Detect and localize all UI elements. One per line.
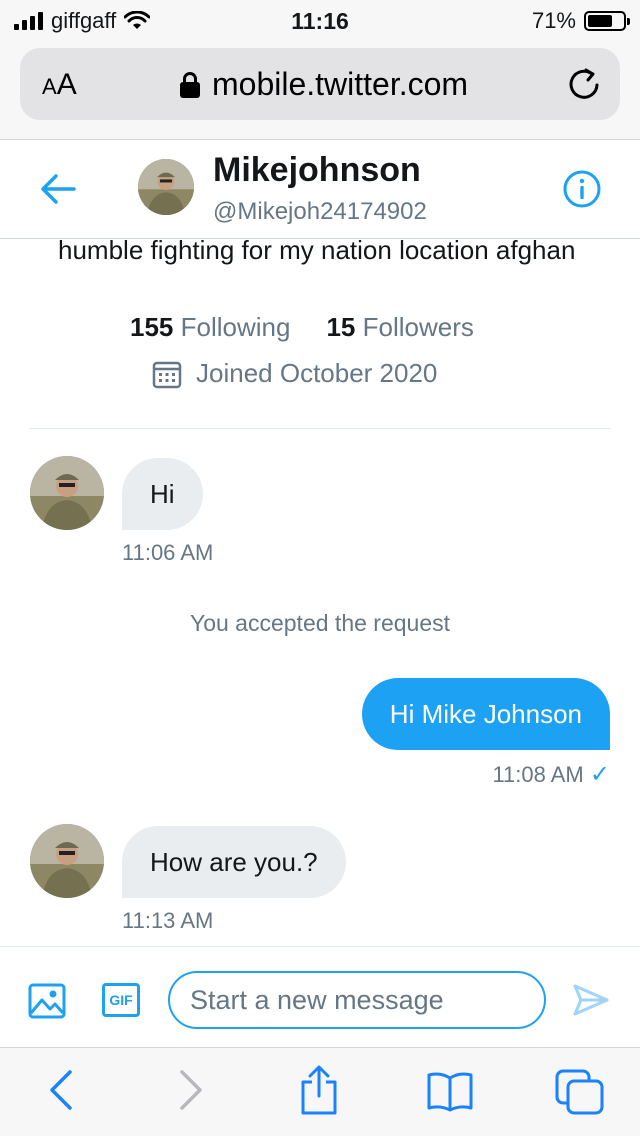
address-bar[interactable]: AA mobile.twitter.com xyxy=(20,48,620,120)
followers-link[interactable]: 15 Followers xyxy=(326,312,473,343)
status-bar: giffgaff 11:16 71% xyxy=(0,0,640,40)
info-icon[interactable] xyxy=(562,169,602,209)
conversation-header: Mikejohnson @Mikejoh24174902 xyxy=(0,141,640,239)
battery-percent: 71% xyxy=(531,8,576,33)
back-icon[interactable] xyxy=(46,1068,76,1112)
contact-name[interactable]: Mikejohnson xyxy=(213,151,421,190)
share-icon[interactable] xyxy=(298,1064,340,1116)
message-bubble-incoming[interactable]: Hi xyxy=(122,458,203,530)
url-display[interactable]: mobile.twitter.com xyxy=(180,66,468,103)
avatar[interactable] xyxy=(30,824,104,898)
avatar[interactable] xyxy=(138,159,194,215)
message-bubble-outgoing[interactable]: Hi Mike Johnson xyxy=(361,678,610,750)
read-check-icon: ✓ xyxy=(589,761,610,788)
avatar-image xyxy=(30,456,104,530)
lock-icon xyxy=(180,71,200,98)
text-size-button[interactable]: AA xyxy=(42,68,77,102)
contact-handle[interactable]: @Mikejoh24174902 xyxy=(213,198,427,226)
status-right: 71% xyxy=(531,8,630,34)
tabs-icon[interactable] xyxy=(554,1068,606,1116)
message-input[interactable] xyxy=(168,971,546,1029)
battery-level xyxy=(588,15,613,27)
system-message: You accepted the request xyxy=(189,610,451,636)
message-timestamp: 11:13 AM xyxy=(122,908,214,933)
avatar-image xyxy=(138,159,194,215)
profile-stats: 155 Following 15 Followers xyxy=(130,312,474,343)
send-icon[interactable] xyxy=(572,983,610,1017)
following-link[interactable]: 155 Following xyxy=(130,312,290,343)
battery-icon xyxy=(584,11,630,31)
back-arrow-icon[interactable] xyxy=(38,171,78,207)
joined-text: Joined October 2020 xyxy=(196,358,438,388)
image-icon[interactable] xyxy=(28,983,66,1019)
gif-icon[interactable]: GIF xyxy=(102,983,140,1017)
browser-toolbar xyxy=(0,1047,640,1136)
message-bubble-incoming[interactable]: How are you.? xyxy=(122,826,346,898)
reload-icon[interactable] xyxy=(566,66,602,102)
bookmarks-icon[interactable] xyxy=(426,1070,474,1112)
forward-icon[interactable] xyxy=(176,1068,206,1112)
joined-date: Joined October 2020 xyxy=(152,358,437,389)
avatar-image xyxy=(30,824,104,898)
message-timestamp: 11:08 AM ✓ xyxy=(492,761,610,788)
divider xyxy=(30,428,610,429)
avatar[interactable] xyxy=(30,456,104,530)
message-timestamp: 11:06 AM xyxy=(122,540,214,565)
calendar-icon xyxy=(152,361,182,388)
browser-chrome: AA mobile.twitter.com xyxy=(0,40,640,140)
message-composer: GIF xyxy=(0,946,640,1046)
url-text: mobile.twitter.com xyxy=(212,66,469,102)
